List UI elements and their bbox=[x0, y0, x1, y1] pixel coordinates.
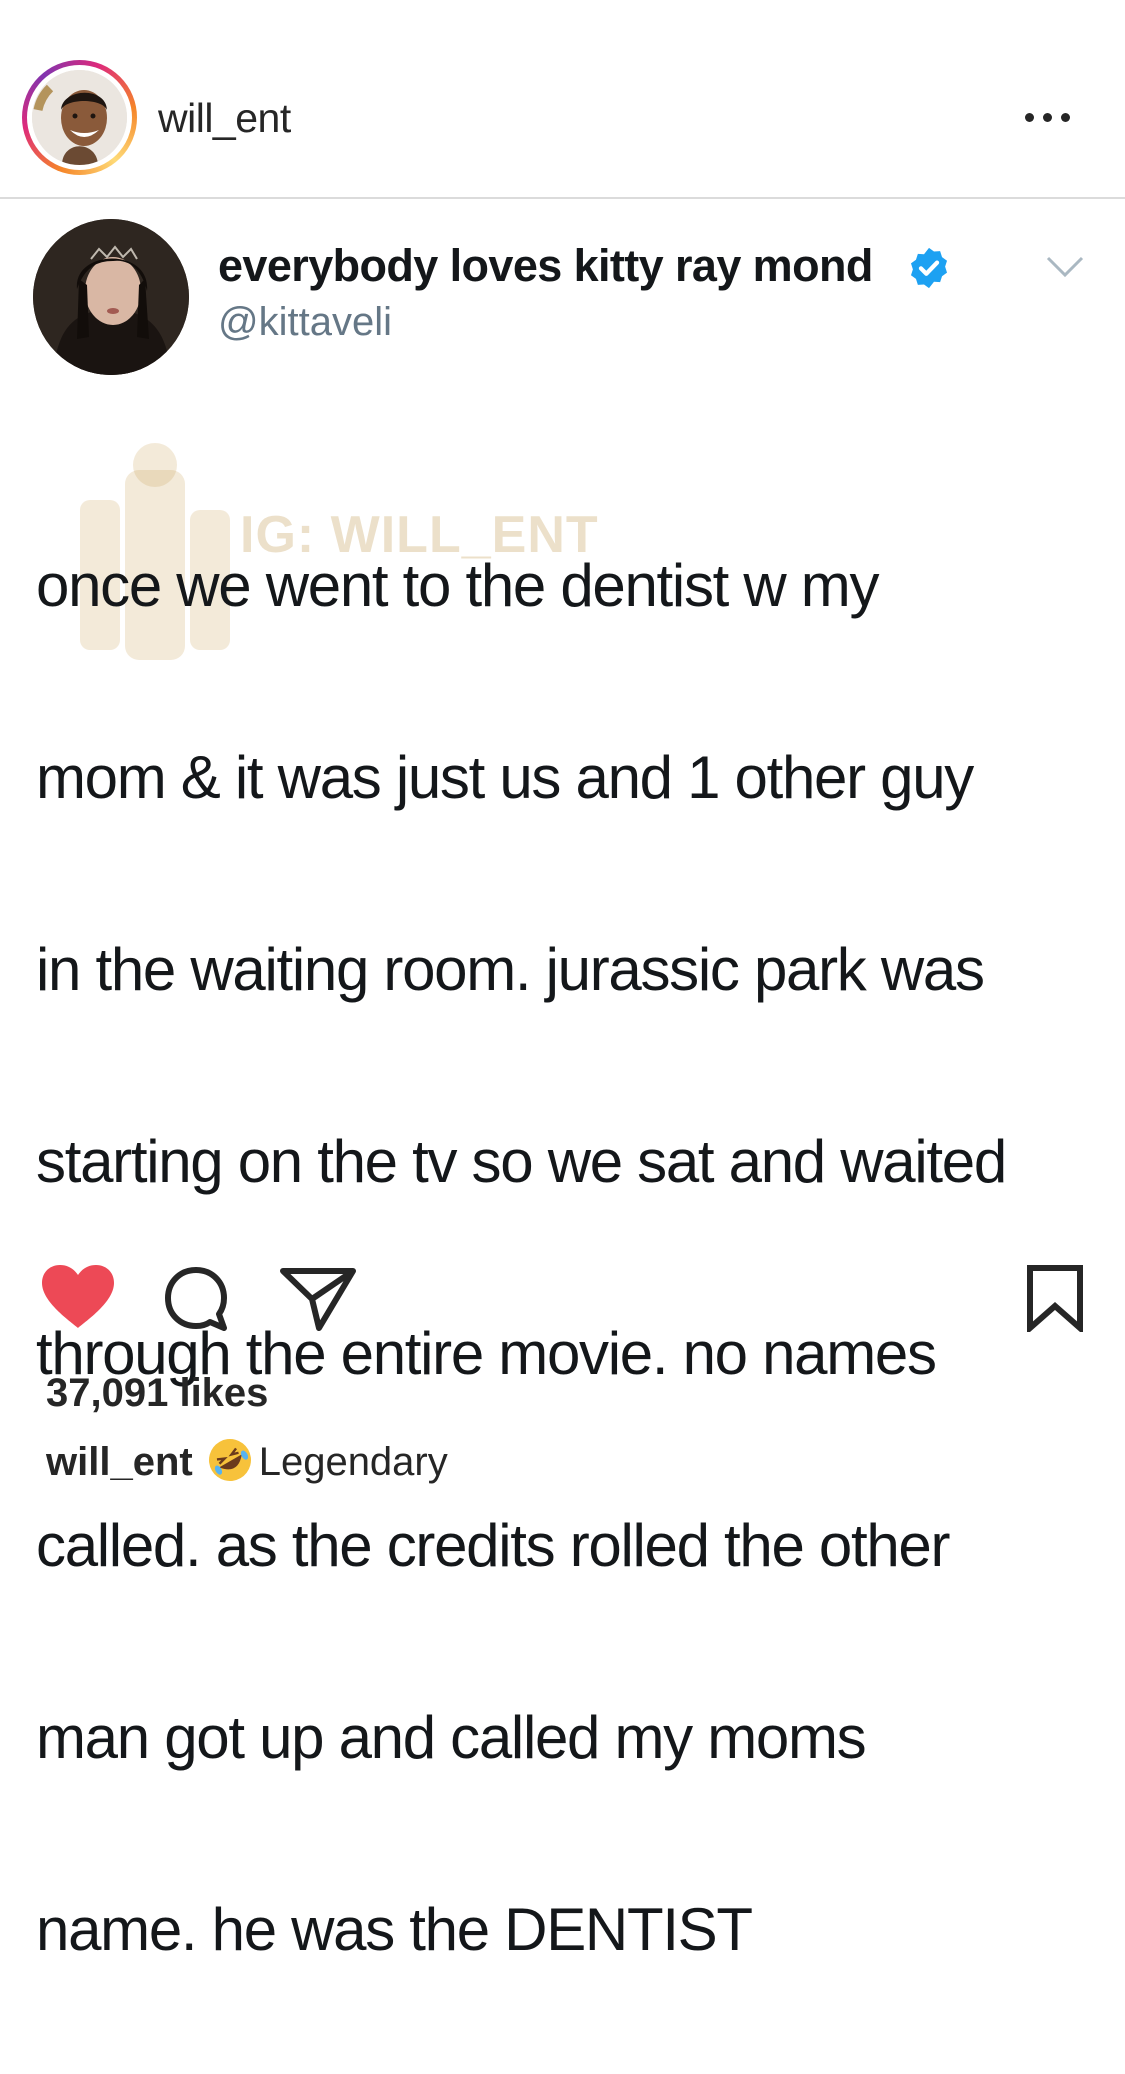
tweet-text-line: once we went to the dentist w my bbox=[36, 552, 879, 619]
tweet-text-line: mom & it was just us and 1 other guy bbox=[36, 744, 974, 811]
paper-plane-icon bbox=[280, 1268, 356, 1331]
like-button[interactable] bbox=[40, 1264, 116, 1330]
post-username[interactable]: will_ent bbox=[158, 94, 291, 142]
comment-button[interactable] bbox=[160, 1264, 236, 1334]
header-divider bbox=[0, 197, 1125, 199]
tweet-text-line: starting on the tv so we sat and waited bbox=[36, 1128, 1007, 1195]
heart-filled-icon bbox=[42, 1265, 114, 1328]
tweet-text-line: in the waiting room. jurassic park was bbox=[36, 936, 985, 1003]
caption-username[interactable]: will_ent bbox=[46, 1440, 193, 1484]
post-header: will_ent bbox=[0, 0, 1125, 198]
story-ring[interactable] bbox=[22, 60, 137, 175]
tweet-text-line: name. he was the DENTIST bbox=[36, 1896, 753, 1963]
verified-badge-icon bbox=[910, 247, 948, 289]
tweet-author-avatar bbox=[33, 219, 189, 375]
share-button[interactable] bbox=[279, 1266, 357, 1332]
profile-avatar[interactable] bbox=[32, 70, 127, 165]
tweet-text-line: man got up and called my moms bbox=[36, 1704, 867, 1771]
tweet-text: once we went to the dentist w my mom & i… bbox=[36, 442, 1111, 2074]
tweet-handle: @kittaveli bbox=[218, 300, 392, 344]
comment-icon bbox=[165, 1267, 227, 1331]
save-button[interactable] bbox=[1026, 1264, 1084, 1332]
more-horizontal-icon bbox=[1025, 113, 1034, 122]
caption-text: Legendary bbox=[258, 1440, 448, 1484]
bookmark-icon bbox=[1027, 1265, 1083, 1332]
tweet-display-name: everybody loves kitty ray mond bbox=[218, 240, 873, 291]
tweet-text-line: called. as the credits rolled the other bbox=[36, 1512, 950, 1579]
chevron-down-icon bbox=[1046, 256, 1084, 278]
rolling-on-floor-laughing-emoji bbox=[208, 1439, 251, 1481]
more-options-button[interactable] bbox=[1022, 102, 1082, 132]
post-caption: will_ent Legendary bbox=[46, 1437, 448, 1487]
likes-count[interactable]: 37,091 likes bbox=[46, 1369, 268, 1417]
